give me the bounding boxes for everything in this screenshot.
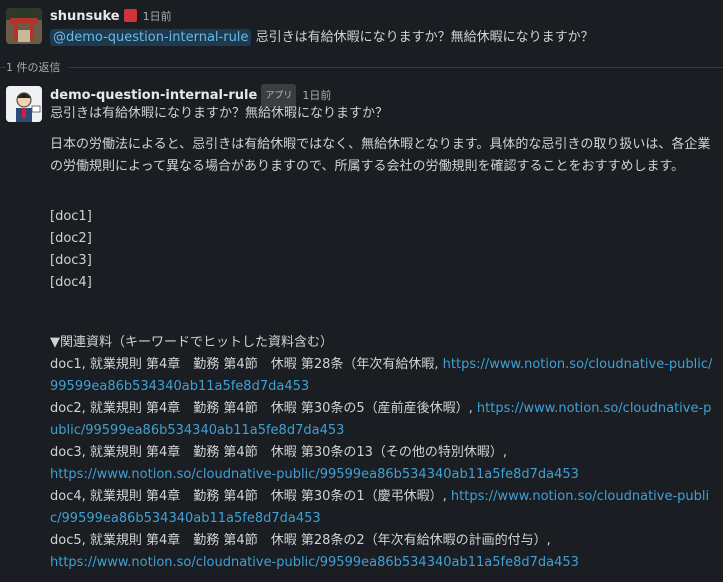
reference-link[interactable]: https://www.notion.so/cloudnative-public… bbox=[50, 467, 579, 482]
reference-link[interactable]: https://www.notion.so/cloudnative-public… bbox=[50, 555, 579, 570]
user-mention[interactable]: @demo-question-internal-rule bbox=[50, 29, 252, 46]
reference-item: doc3, 就業規則 第4章 勤務 第4節 休暇 第30条の13（その他の特別休… bbox=[50, 442, 715, 486]
divider-line bbox=[0, 67, 723, 68]
reference-title: doc5, 就業規則 第4章 勤務 第4節 休暇 第28条の2（年次有給休暇の計… bbox=[50, 533, 551, 548]
related-header: ▼関連資料（キーワードでヒットした資料含む） bbox=[50, 335, 333, 350]
message-text: 忌引きは有給休暇になりますか？無給休暇になりますか？ bbox=[255, 30, 594, 45]
reference-title: doc2, 就業規則 第4章 勤務 第4節 休暇 第30条の5（産前産後休暇）, bbox=[50, 401, 477, 416]
doc-item: [doc3] bbox=[50, 253, 92, 268]
reference-item: doc5, 就業規則 第4章 勤務 第4節 休暇 第28条の2（年次有給休暇の計… bbox=[50, 530, 715, 574]
reply-count: 1 件の返信 bbox=[6, 59, 69, 75]
doc-list: [doc1] [doc2] [doc3] [doc4] bbox=[50, 206, 92, 294]
replies-divider: 1 件の返信 bbox=[0, 58, 723, 76]
doc-item: [doc4] bbox=[50, 275, 92, 290]
reference-item: doc2, 就業規則 第4章 勤務 第4節 休暇 第30条の5（産前産後休暇）,… bbox=[50, 398, 715, 442]
reference-item: doc1, 就業規則 第4章 勤務 第4節 休暇 第28条（年次有給休暇, ht… bbox=[50, 354, 715, 398]
reference-title: doc1, 就業規則 第4章 勤務 第4節 休暇 第28条（年次有給休暇, bbox=[50, 357, 443, 372]
message-timestamp[interactable]: 1日前 bbox=[143, 10, 172, 23]
reference-list: doc1, 就業規則 第4章 勤務 第4節 休暇 第28条（年次有給休暇, ht… bbox=[50, 354, 715, 574]
answer-text: 日本の労働法によると、忌引きは有給休暇ではなく、無給休暇となります。具体的な忌引… bbox=[50, 137, 711, 174]
bot-avatar[interactable] bbox=[6, 86, 42, 122]
reference-item: doc4, 就業規則 第4章 勤務 第4節 休暇 第30条の1（慶弔休暇）, h… bbox=[50, 486, 715, 530]
reference-title: doc4, 就業規則 第4章 勤務 第4節 休暇 第30条の1（慶弔休暇）, bbox=[50, 489, 451, 504]
doc-item: [doc2] bbox=[50, 231, 92, 246]
doc-item: [doc1] bbox=[50, 209, 92, 224]
user-name[interactable]: shunsuke bbox=[50, 9, 120, 24]
status-emoji-icon bbox=[123, 9, 137, 22]
reference-title: doc3, 就業規則 第4章 勤務 第4節 休暇 第30条の13（その他の特別休… bbox=[50, 445, 508, 460]
bot-name[interactable]: demo-question-internal-rule bbox=[50, 88, 257, 103]
message-timestamp[interactable]: 1日前 bbox=[302, 89, 331, 102]
question-text: 忌引きは有給休暇になりますか？無給休暇になりますか？ bbox=[50, 106, 389, 121]
user-avatar[interactable] bbox=[6, 8, 42, 44]
